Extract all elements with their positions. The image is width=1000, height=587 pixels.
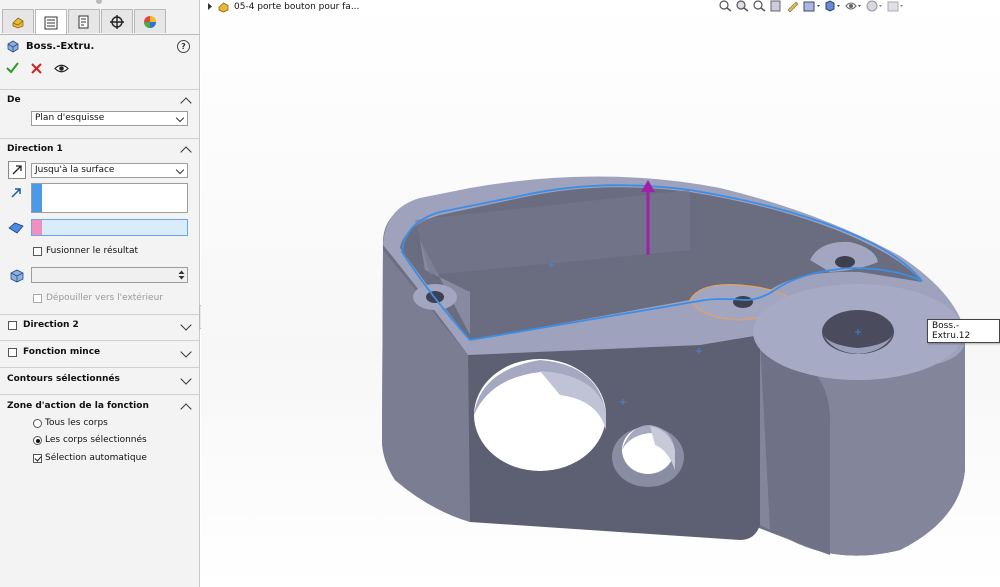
part-icon — [218, 2, 229, 13]
display-manager-icon — [144, 15, 156, 28]
reverse-direction-icon — [12, 165, 22, 175]
tab-configuration-manager[interactable] — [68, 9, 100, 33]
ok-check-icon[interactable] — [6, 62, 19, 74]
face-plane-selection[interactable] — [31, 219, 188, 236]
all-bodies-label: Tous les corps — [45, 418, 108, 428]
chevron-down-icon — [175, 165, 185, 175]
spinner-arrows-icon — [178, 270, 185, 280]
zoom-to-fit-icon[interactable] — [718, 0, 732, 12]
chevron-down-icon[interactable] — [180, 373, 192, 385]
tab-display-manager[interactable] — [134, 9, 166, 33]
start-condition-value: Plan d'esquisse — [35, 113, 105, 123]
hide-show-items-icon[interactable] — [845, 0, 863, 12]
expand-arrow-icon — [208, 3, 212, 10]
tab-dimxpert-manager[interactable] — [101, 9, 133, 33]
feature-manager-icon — [12, 16, 24, 28]
draft-angle-spinner[interactable] — [31, 267, 188, 283]
draft-toggle-button[interactable] — [8, 266, 26, 284]
chevron-down-icon — [175, 113, 185, 123]
section-direction1: Direction 1 Jusqu'à la surface Fusionner… — [0, 138, 199, 315]
view-orientation-icon[interactable] — [803, 0, 821, 12]
section-feature-scope: Zone d'action de la fonction Tous les co… — [0, 394, 199, 475]
edit-appearance-icon[interactable] — [866, 0, 884, 12]
tab-property-manager[interactable] — [35, 9, 67, 35]
section-selected-contours[interactable]: Contours sélectionnés — [0, 367, 199, 395]
selected-bodies-radio[interactable] — [33, 436, 42, 445]
section-thin-feature[interactable]: Fonction mince — [0, 340, 199, 368]
chevron-up-icon[interactable] — [180, 146, 192, 158]
extrude-boss-icon — [7, 40, 19, 53]
end-condition-value: Jusqu'à la surface — [35, 165, 115, 175]
selected-bodies-label: Les corps sélectionnés — [45, 435, 147, 445]
graphics-viewport[interactable]: Boss.-Extru.12 — [201, 0, 1000, 587]
dynamic-annotation-icon[interactable] — [786, 0, 800, 12]
auto-select-checkbox[interactable] — [33, 454, 42, 463]
auto-select-label: Sélection automatique — [45, 453, 147, 463]
preview-eye-icon[interactable] — [54, 63, 69, 74]
property-manager-icon — [44, 16, 58, 29]
document-title: 05-4 porte bouton pour fa... — [234, 1, 360, 12]
dimxpert-icon — [110, 14, 124, 29]
feature-tooltip: Boss.-Extru.12 — [927, 319, 1000, 343]
section-contours-title: Contours sélectionnés — [7, 374, 120, 384]
chevron-up-icon[interactable] — [180, 403, 192, 415]
draft-outward-label: Dépouiller vers l'extérieur — [46, 293, 163, 303]
face-surface-icon — [8, 222, 24, 234]
reverse-direction-button[interactable] — [8, 161, 26, 179]
chevron-down-icon[interactable] — [180, 319, 192, 331]
section-direction2-title: Direction 2 — [23, 320, 79, 330]
tab-divider — [0, 34, 200, 35]
breadcrumb[interactable]: 05-4 porte bouton pour fa... — [207, 0, 359, 13]
section-from: De Plan d'esquisse — [0, 89, 199, 136]
feature-header: Boss.-Extru. — [6, 39, 94, 53]
merge-result-checkbox[interactable] — [33, 247, 42, 256]
pane-gripper[interactable] — [96, 0, 102, 4]
chevron-down-icon[interactable] — [180, 346, 192, 358]
chevron-up-icon[interactable] — [180, 97, 192, 109]
tab-feature-manager[interactable] — [2, 9, 34, 33]
configuration-manager-icon — [78, 15, 89, 28]
heads-up-toolbar — [718, 0, 905, 12]
previous-view-icon[interactable] — [752, 0, 766, 12]
apply-scene-icon[interactable] — [887, 0, 905, 12]
feature-title: Boss.-Extru. — [26, 40, 95, 52]
draft-icon — [10, 269, 24, 283]
manager-tabs — [2, 9, 166, 35]
part-model[interactable] — [201, 0, 1000, 587]
section-direction1-title: Direction 1 — [7, 144, 63, 154]
cancel-x-icon[interactable] — [31, 62, 42, 74]
zoom-area-icon[interactable] — [735, 0, 749, 12]
direction-vector-selection[interactable] — [31, 183, 188, 213]
all-bodies-radio[interactable] — [33, 419, 42, 428]
section-direction2[interactable]: Direction 2 — [0, 314, 199, 341]
display-style-icon[interactable] — [824, 0, 842, 12]
selection-color-bar — [32, 184, 42, 212]
direction-vector-icon — [11, 188, 21, 198]
draft-outward-checkbox[interactable] — [33, 294, 42, 303]
direction2-checkbox[interactable] — [8, 321, 17, 330]
end-condition-dropdown[interactable]: Jusqu'à la surface — [31, 163, 188, 178]
section-thin-title: Fonction mince — [23, 347, 101, 357]
property-manager-pane: Boss.-Extru. ? De Plan d'esquisse Direct… — [0, 0, 200, 587]
selection-color-bar — [32, 220, 42, 235]
feature-actions — [6, 62, 69, 74]
help-button[interactable]: ? — [177, 40, 190, 53]
section-scope-title: Zone d'action de la fonction — [7, 401, 149, 411]
section-view-icon[interactable] — [769, 0, 783, 12]
section-from-title: De — [7, 95, 21, 105]
merge-result-label: Fusionner le résultat — [46, 246, 138, 256]
start-condition-dropdown[interactable]: Plan d'esquisse — [31, 111, 188, 126]
thin-feature-checkbox[interactable] — [8, 348, 17, 357]
